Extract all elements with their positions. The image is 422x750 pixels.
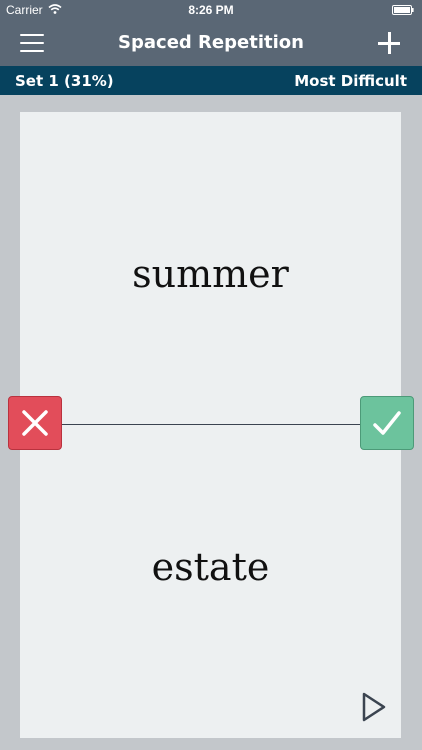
correct-answer-button[interactable]: [360, 396, 414, 450]
page-title: Spaced Repetition: [118, 32, 304, 53]
checkmark-icon: [373, 411, 401, 435]
status-bar: Carrier 8:26 PM: [0, 0, 422, 20]
clock-time: 8:26 PM: [188, 3, 234, 17]
card-divider: [61, 424, 361, 425]
card-back-word: estate: [151, 545, 270, 589]
battery-icon: [392, 5, 414, 15]
set-progress-label: Set 1 (31%): [15, 72, 114, 90]
x-icon: [22, 410, 48, 436]
nav-bar: Spaced Repetition: [0, 20, 422, 66]
card-front-word: summer: [132, 252, 289, 296]
play-icon[interactable]: [360, 691, 388, 723]
wrong-answer-button[interactable]: [8, 396, 62, 450]
flashcard[interactable]: summer estate: [20, 112, 401, 738]
add-icon[interactable]: [378, 32, 400, 54]
set-bar: Set 1 (31%) Most Difficult: [0, 66, 422, 95]
difficulty-filter[interactable]: Most Difficult: [294, 72, 407, 90]
